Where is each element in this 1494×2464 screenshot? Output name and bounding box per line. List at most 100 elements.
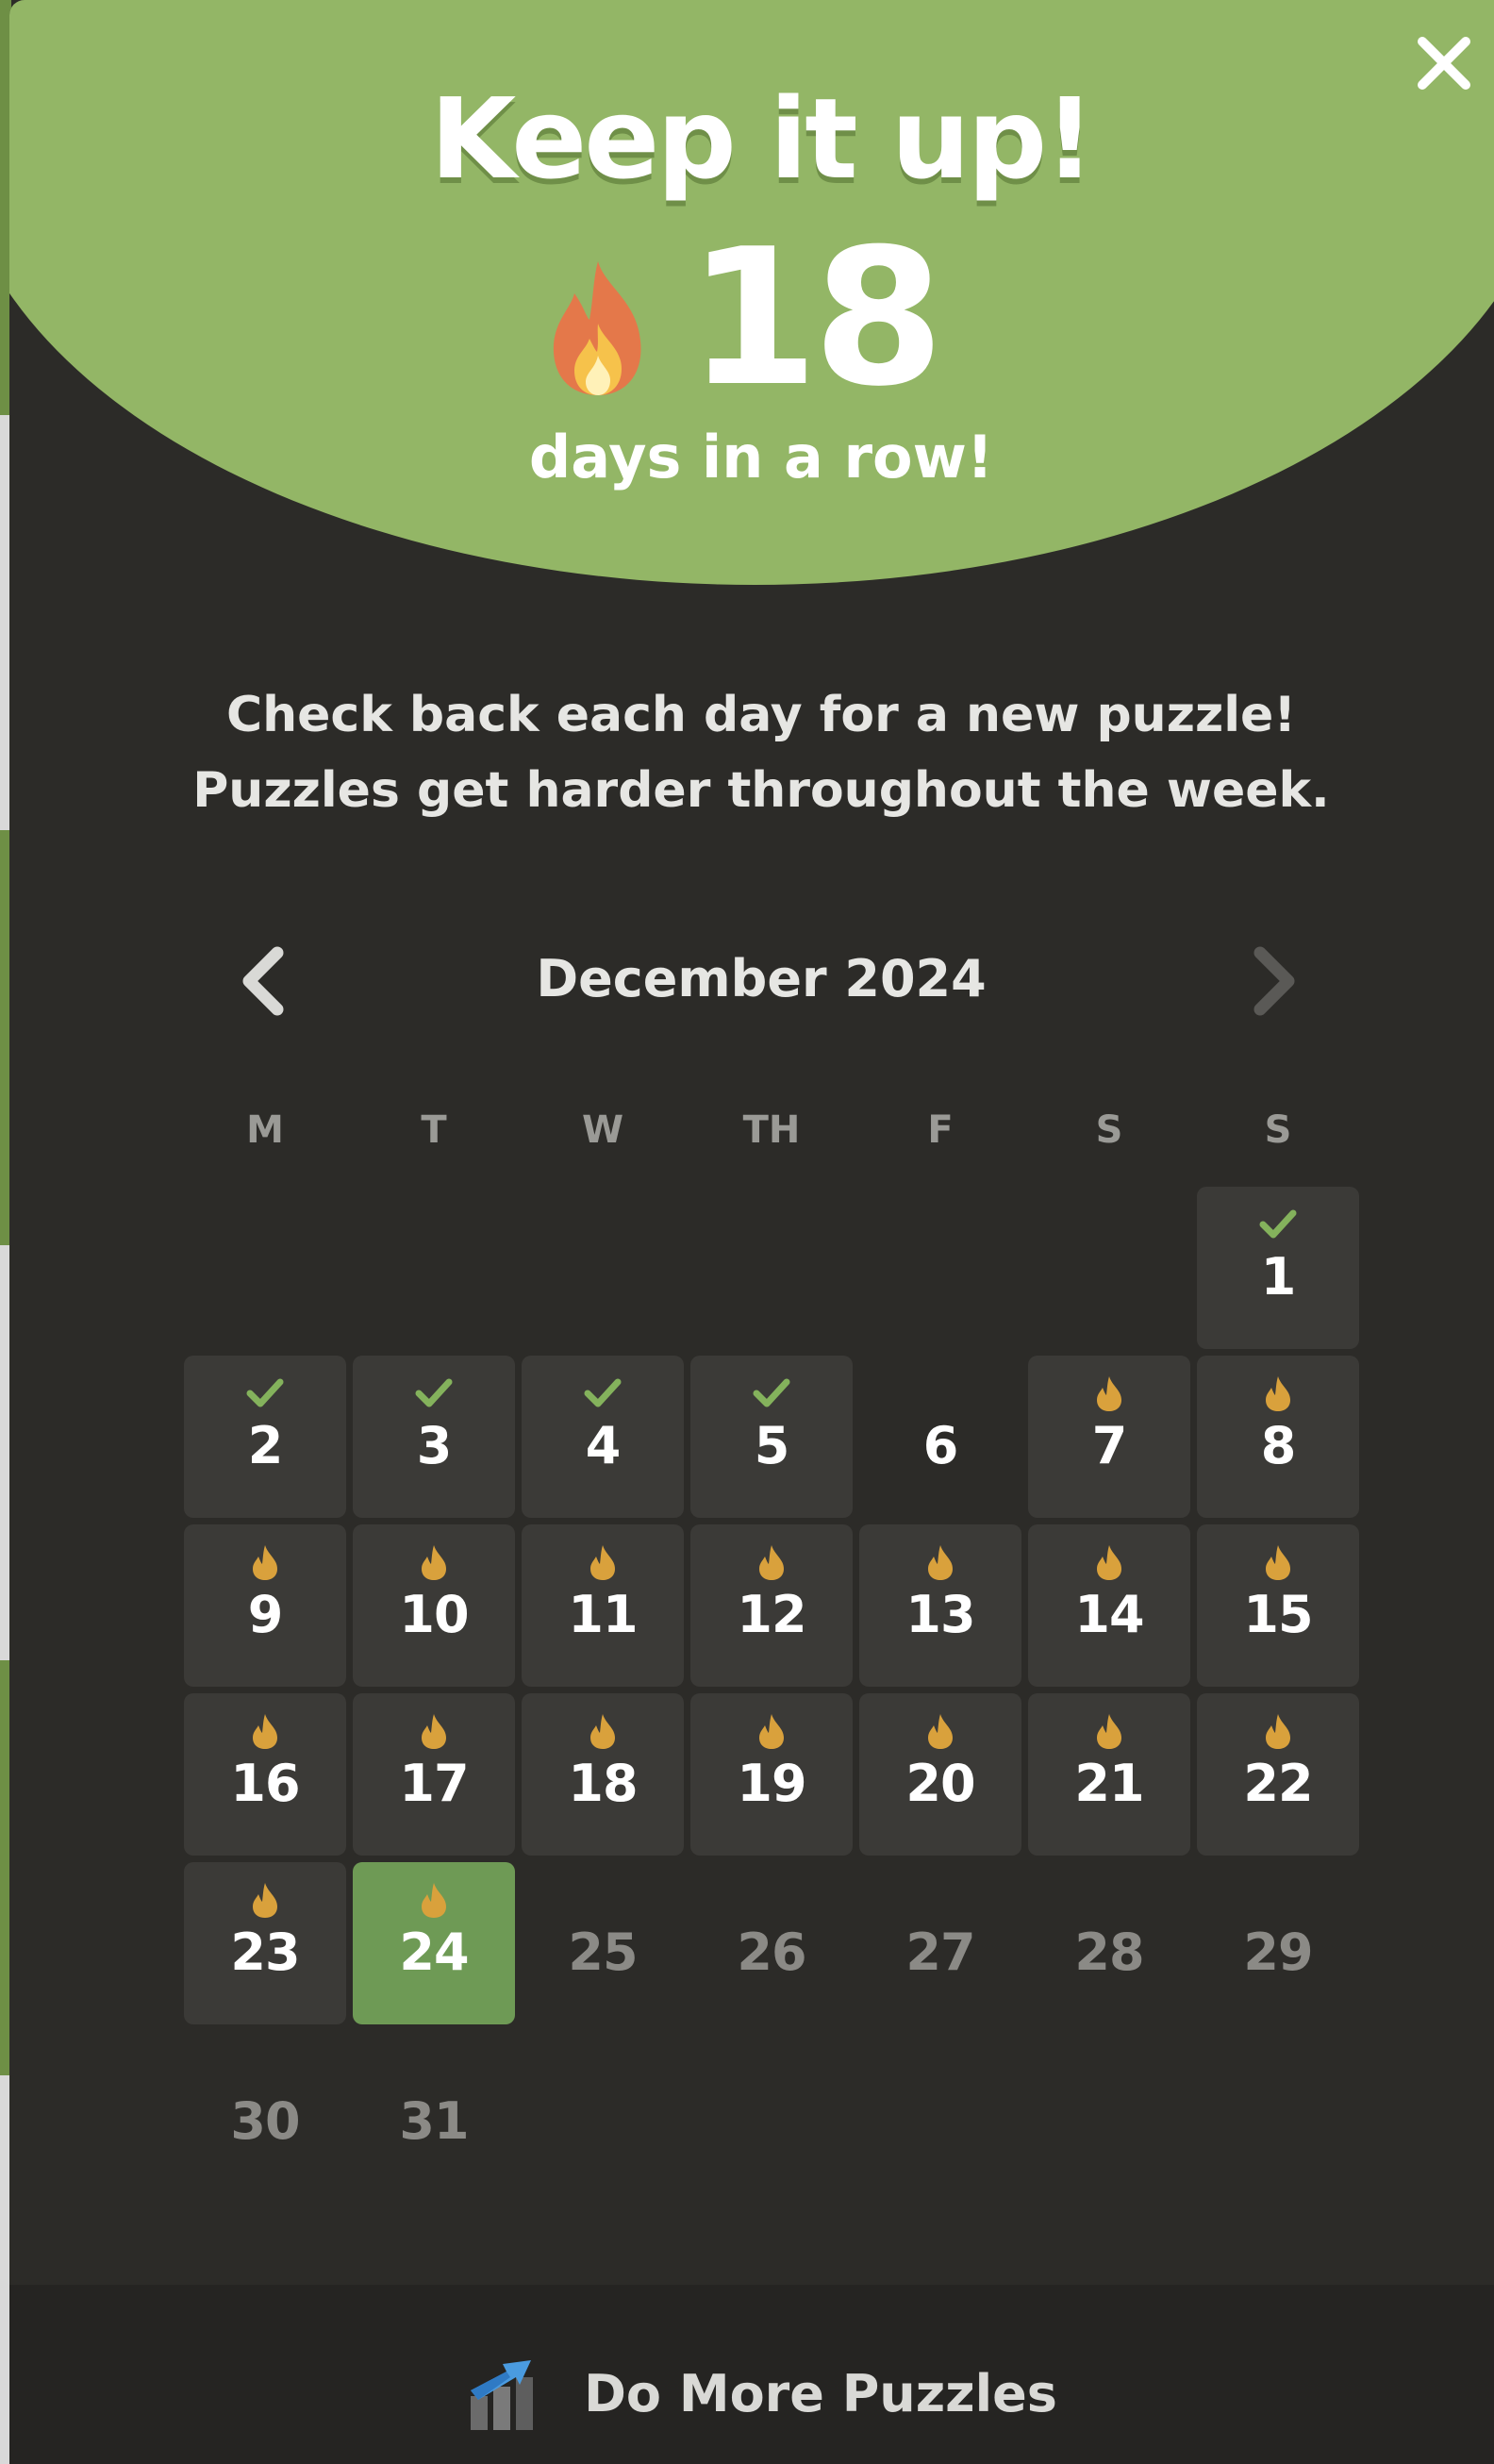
- calendar-day-number: 17: [399, 1754, 469, 1813]
- flame-icon: [1097, 1545, 1121, 1580]
- flame-icon: [928, 1545, 953, 1580]
- weekday-label: TH: [742, 1108, 801, 1152]
- calendar-day-27: 27: [859, 1862, 1021, 2024]
- calendar-day-17[interactable]: 17: [353, 1693, 515, 1856]
- streak-modal: Keep it up! 18 days in a row! Check back…: [9, 0, 1494, 2464]
- calendar-day-16[interactable]: 16: [184, 1693, 346, 1856]
- calendar-day-number: 30: [230, 2091, 300, 2151]
- check-icon: [246, 1378, 284, 1407]
- close-icon: [1418, 37, 1470, 90]
- calendar-day-31: 31: [353, 2031, 515, 2193]
- weekday-label: F: [927, 1108, 954, 1152]
- calendar-day-25: 25: [522, 1862, 684, 2024]
- calendar-day-19[interactable]: 19: [690, 1693, 853, 1856]
- check-icon: [1259, 1209, 1297, 1239]
- month-navigation: December 2024: [9, 943, 1494, 1019]
- calendar-day-number: 27: [905, 1923, 975, 1982]
- calendar-day-number: 21: [1074, 1754, 1144, 1813]
- calendar-day-12[interactable]: 12: [690, 1524, 853, 1687]
- check-icon: [753, 1378, 790, 1407]
- calendar-day-9[interactable]: 9: [184, 1524, 346, 1687]
- do-more-puzzles-link[interactable]: Do More Puzzles: [9, 2346, 1494, 2440]
- calendar-day-15[interactable]: 15: [1197, 1524, 1359, 1687]
- modal-title: Keep it up!: [429, 74, 1095, 204]
- flame-icon: [1266, 1376, 1290, 1411]
- calendar-day-number: 16: [230, 1754, 300, 1813]
- streak-count: 18: [687, 208, 944, 428]
- flame-icon: [759, 1545, 784, 1580]
- flame-icon: [422, 1714, 446, 1749]
- calendar-day-number: 2: [247, 1416, 284, 1475]
- calendar-day-13[interactable]: 13: [859, 1524, 1021, 1687]
- calendar-day-number: 23: [230, 1923, 300, 1982]
- calendar-day-number: 18: [568, 1754, 638, 1813]
- flame-icon: [1097, 1376, 1121, 1411]
- calendar-day-number: 24: [399, 1923, 469, 1982]
- flame-icon: [1266, 1714, 1290, 1749]
- calendar-day-number: 5: [754, 1416, 790, 1475]
- calendar-day-5[interactable]: 5: [690, 1356, 853, 1518]
- calendar-day-8[interactable]: 8: [1197, 1356, 1359, 1518]
- calendar-day-number: 14: [1074, 1585, 1144, 1644]
- calendar-day-2[interactable]: 2: [184, 1356, 346, 1518]
- calendar-day-20[interactable]: 20: [859, 1693, 1021, 1856]
- calendar-day-number: 3: [416, 1416, 453, 1475]
- flame-icon: [253, 1883, 277, 1918]
- calendar-day-10[interactable]: 10: [353, 1524, 515, 1687]
- calendar-day-7[interactable]: 7: [1028, 1356, 1190, 1518]
- calendar-day-30: 30: [184, 2031, 346, 2193]
- weekday-label: M: [246, 1108, 284, 1152]
- check-icon: [415, 1378, 453, 1407]
- calendar-day-28: 28: [1028, 1862, 1190, 2024]
- weekday-label: S: [1095, 1108, 1123, 1152]
- streak-counter: 18: [9, 225, 1494, 413]
- calendar-day-number: 22: [1243, 1754, 1313, 1813]
- footer: Do More Puzzles: [9, 2285, 1494, 2464]
- next-month-button[interactable]: [1245, 943, 1302, 1019]
- chart-arrow-icon: [471, 2360, 534, 2430]
- calendar-day-number: 25: [568, 1923, 638, 1982]
- calendar-day-18[interactable]: 18: [522, 1693, 684, 1856]
- calendar-day-number: 1: [1260, 1247, 1297, 1307]
- weekday-label: T: [421, 1108, 447, 1152]
- flame-icon: [1266, 1545, 1290, 1580]
- streak-label: days in a row!: [528, 423, 994, 491]
- calendar-day-number: 29: [1243, 1923, 1313, 1982]
- calendar-day-1[interactable]: 1: [1197, 1187, 1359, 1349]
- calendar-day-11[interactable]: 11: [522, 1524, 684, 1687]
- calendar-day-number: 10: [399, 1585, 469, 1644]
- calendar-grid: 1 2 3 4 5 6 7 8 9 10 11 12 13 14 15 16 17 18 19 20 21 22 23 24 2…: [184, 1187, 1363, 2187]
- close-button[interactable]: [1415, 34, 1473, 92]
- calendar-day-number: 9: [247, 1585, 284, 1644]
- calendar-day-number: 28: [1074, 1923, 1144, 1982]
- calendar-day-number: 11: [568, 1585, 638, 1644]
- calendar-day-number: 15: [1243, 1585, 1313, 1644]
- calendar-day-number: 13: [905, 1585, 975, 1644]
- calendar-day-number: 31: [399, 2091, 469, 2151]
- calendar-day-number: 7: [1091, 1416, 1128, 1475]
- calendar-day-14[interactable]: 14: [1028, 1524, 1190, 1687]
- calendar-day-26: 26: [690, 1862, 853, 2024]
- fire-icon: [553, 261, 641, 395]
- flame-icon: [253, 1714, 277, 1749]
- calendar-day-6[interactable]: 6: [859, 1356, 1021, 1518]
- check-icon: [584, 1378, 622, 1407]
- footer-label: Do More Puzzles: [584, 2363, 1057, 2423]
- calendar-day-3[interactable]: 3: [353, 1356, 515, 1518]
- calendar-day-23[interactable]: 23: [184, 1862, 346, 2024]
- calendar-day-22[interactable]: 22: [1197, 1693, 1359, 1856]
- calendar-day-number: 20: [905, 1754, 975, 1813]
- calendar-day-21[interactable]: 21: [1028, 1693, 1190, 1856]
- calendar-day-4[interactable]: 4: [522, 1356, 684, 1518]
- info-line-1: Check back each day for a new puzzle!: [225, 687, 1297, 743]
- calendar-day-number: 26: [737, 1923, 806, 1982]
- calendar-day-number: 8: [1260, 1416, 1297, 1475]
- weekday-label: W: [581, 1108, 624, 1152]
- flame-icon: [759, 1714, 784, 1749]
- flame-icon: [422, 1545, 446, 1580]
- calendar-day-24[interactable]: 24: [353, 1862, 515, 2024]
- calendar-day-number: 12: [737, 1585, 806, 1644]
- calendar-day-number: 19: [737, 1754, 806, 1813]
- calendar-day-29: 29: [1197, 1862, 1359, 2024]
- chevron-right-icon: [1253, 946, 1295, 1016]
